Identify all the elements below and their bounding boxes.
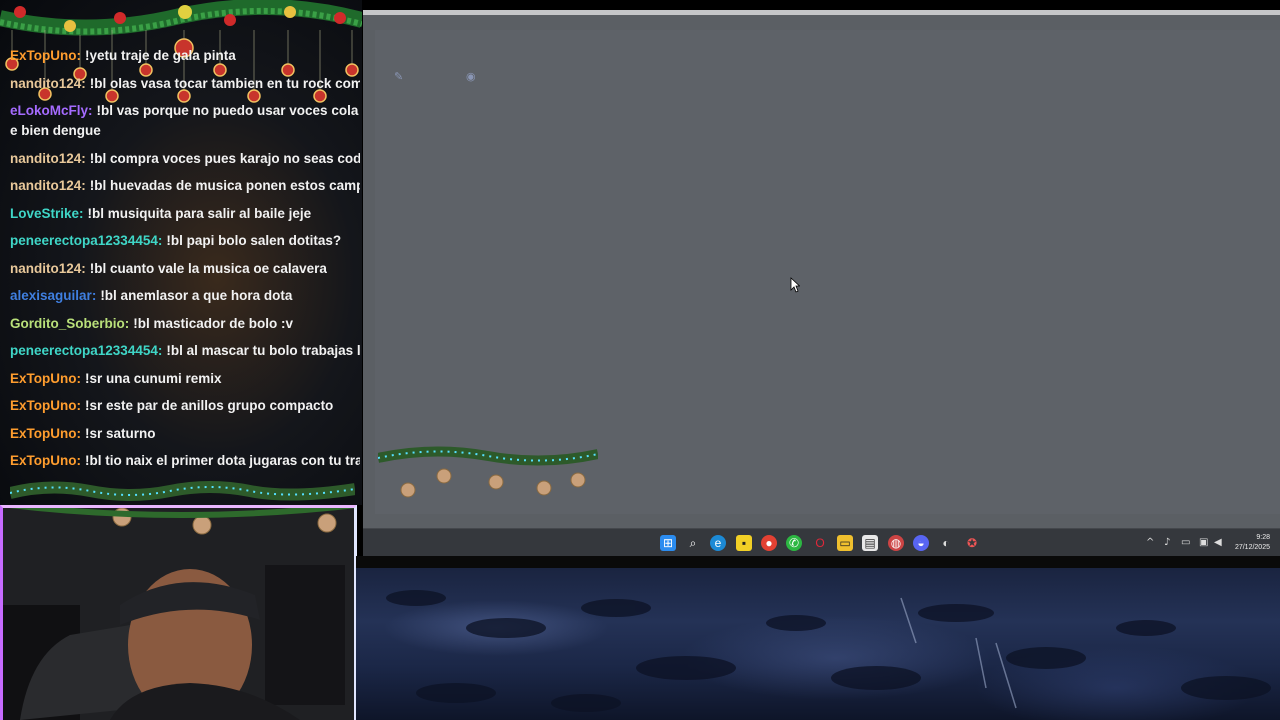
file-explorer-icon[interactable]: ▭: [837, 535, 853, 551]
edge-browser-icon[interactable]: e: [710, 535, 726, 551]
chat-message-text: !bl masticador de bolo :v: [133, 315, 294, 331]
chat-message-text: !bl cuanto vale la musica oe calavera: [89, 260, 327, 276]
chat-username[interactable]: ExTopUno: [10, 371, 81, 386]
chat-panel: ExTopUno !yetu traje de gala pinta nandito…: [0, 0, 362, 505]
store-icon[interactable]: ▤: [862, 535, 878, 551]
snow-wallpaper: [356, 568, 1280, 720]
chat-message: ExTopUno !yetu traje de gala pinta: [10, 46, 360, 66]
app-window: ✎ ◉: [363, 10, 1280, 530]
chat-message: nandito124!bl huevadas de musica ponen e…: [10, 176, 360, 196]
chat-message-text: !bl anemlasor a que hora dota: [100, 288, 293, 303]
webcam-image: [0, 505, 357, 720]
chat-message: LoveStrike!bl musiquita para salir al ba…: [10, 204, 360, 224]
eye-icon[interactable]: ◉: [466, 70, 476, 83]
tray-overflow-icon[interactable]: ^: [1146, 537, 1154, 548]
network-icon[interactable]: ▣: [1199, 537, 1208, 548]
windows-taskbar: ⊞ ⌕ e ▪ ● ✆ O ▭ ▤ ◍ ◒ ◐ ✪ ^ ♪ ▭ ▣ ◀ 9:28…: [363, 528, 1280, 557]
chat-message-text: !bl olas vasa tocar tambien en tu rock c…: [89, 75, 360, 91]
opera-icon[interactable]: O: [812, 535, 828, 551]
chat-username[interactable]: nandito124: [10, 151, 86, 166]
chat-username[interactable]: ExTopUno: [10, 398, 81, 413]
chat-message: ExTopUno !sr este par de anillos grupo co…: [10, 396, 360, 416]
chat-message-text: !sr este par de anillos grupo compacto: [85, 398, 334, 413]
chat-username[interactable]: ExTopUno: [10, 453, 81, 468]
chat-message-text: !bl al mascar tu bolo trabajas la cara: [166, 343, 360, 358]
chat-message-text: !bl papi bolo salen dotitas?: [166, 233, 342, 248]
chat-username[interactable]: peneerectopa12334454: [10, 233, 162, 248]
chat-username[interactable]: alexisaguilar: [10, 288, 96, 303]
ornament-garland-decoration: [378, 446, 598, 498]
chat-username[interactable]: ExTopUno: [10, 426, 81, 441]
edit-icon[interactable]: ✎: [394, 70, 403, 83]
chat-username[interactable]: eLokoMcFly: [10, 103, 93, 118]
chat-message-text: !bl tio naix el primer dota jugaras con …: [85, 453, 360, 468]
chat-message: nandito124!bl cuanto vale la musica oe c…: [10, 259, 360, 279]
chat-message: ExTopUno !sr saturno: [10, 424, 360, 444]
keyboard-icon[interactable]: ▭: [1181, 537, 1190, 548]
chat-message-text: !bl compra voces pues karajo no seas cod…: [89, 150, 360, 166]
webcam-feed: [0, 505, 357, 720]
mouse-cursor-icon: [790, 277, 800, 293]
discord-icon[interactable]: ◒: [913, 535, 929, 551]
app-icon[interactable]: ◍: [888, 535, 904, 551]
sticky-notes-icon[interactable]: ▪: [736, 535, 752, 551]
chat-username[interactable]: LoveStrike: [10, 206, 84, 221]
top-black-bar: [362, 0, 1280, 10]
clock-time: 9:28: [1256, 534, 1270, 541]
snow-texture: [386, 590, 1271, 712]
chat-message: eLokoMcFly!bl vas porque no puedo usar v…: [10, 101, 360, 141]
microphone-icon[interactable]: ♪: [1164, 537, 1170, 548]
volume-icon[interactable]: ◀: [1214, 537, 1222, 548]
chat-username[interactable]: nandito124: [10, 178, 86, 193]
chat-username[interactable]: Gordito_Soberbio: [10, 316, 129, 331]
chat-message: peneerectopa12334454 !bl al mascar tu bol…: [10, 341, 360, 361]
chat-message-text: !yetu traje de gala pinta: [85, 48, 236, 63]
clock-date: 27/12/2025: [1234, 544, 1270, 551]
search-icon[interactable]: ⌕: [685, 535, 701, 551]
chat-message-text: !bl musiquita para salir al baile jeje: [87, 205, 312, 221]
stream-overlay: ExTopUno !yetu traje de gala pinta nandito…: [0, 0, 1280, 720]
chat-message-list: ExTopUno !yetu traje de gala pinta nandito…: [10, 46, 360, 479]
chat-message-text: !sr saturno: [85, 425, 156, 441]
chrome-icon[interactable]: ●: [761, 535, 777, 551]
chat-username[interactable]: nandito124: [10, 261, 86, 276]
chat-username[interactable]: nandito124: [10, 76, 86, 91]
chat-message: ExTopUno !bl tio naix el primer dota juga…: [10, 451, 360, 471]
chat-message: nandito124!bl compra voces pues karajo n…: [10, 149, 360, 169]
chat-message: ExTopUno !sr una cunumi remix: [10, 369, 360, 389]
chat-message: nandito124!bl olas vasa tocar tambien en…: [10, 74, 360, 94]
chat-username[interactable]: ExTopUno: [10, 48, 81, 63]
chat-message: alexisaguilar !bl anemlasor a que hora do…: [10, 286, 360, 306]
chat-username[interactable]: peneerectopa12334454: [10, 343, 162, 358]
chat-message-text: !bl huevadas de musica ponen estos campe…: [89, 178, 360, 193]
chat-message-text: !sr una cunumi remix: [85, 370, 222, 386]
game-icon[interactable]: ✪: [964, 535, 980, 551]
taskbar-clock[interactable]: 9:28 27/12/2025: [1235, 533, 1270, 553]
app-canvas[interactable]: ✎ ◉: [375, 30, 1280, 514]
whatsapp-icon[interactable]: ✆: [786, 535, 802, 551]
christmas-lights-garland: [10, 481, 355, 501]
chat-message: peneerectopa12334454 !bl papi bolo salen …: [10, 231, 360, 251]
windows-start-icon[interactable]: ⊞: [660, 535, 676, 551]
chat-message: Gordito_Soberbio !bl masticador de bolo :…: [10, 314, 360, 334]
app-titlebar: [363, 10, 1280, 15]
obs-icon[interactable]: ◐: [938, 535, 954, 551]
